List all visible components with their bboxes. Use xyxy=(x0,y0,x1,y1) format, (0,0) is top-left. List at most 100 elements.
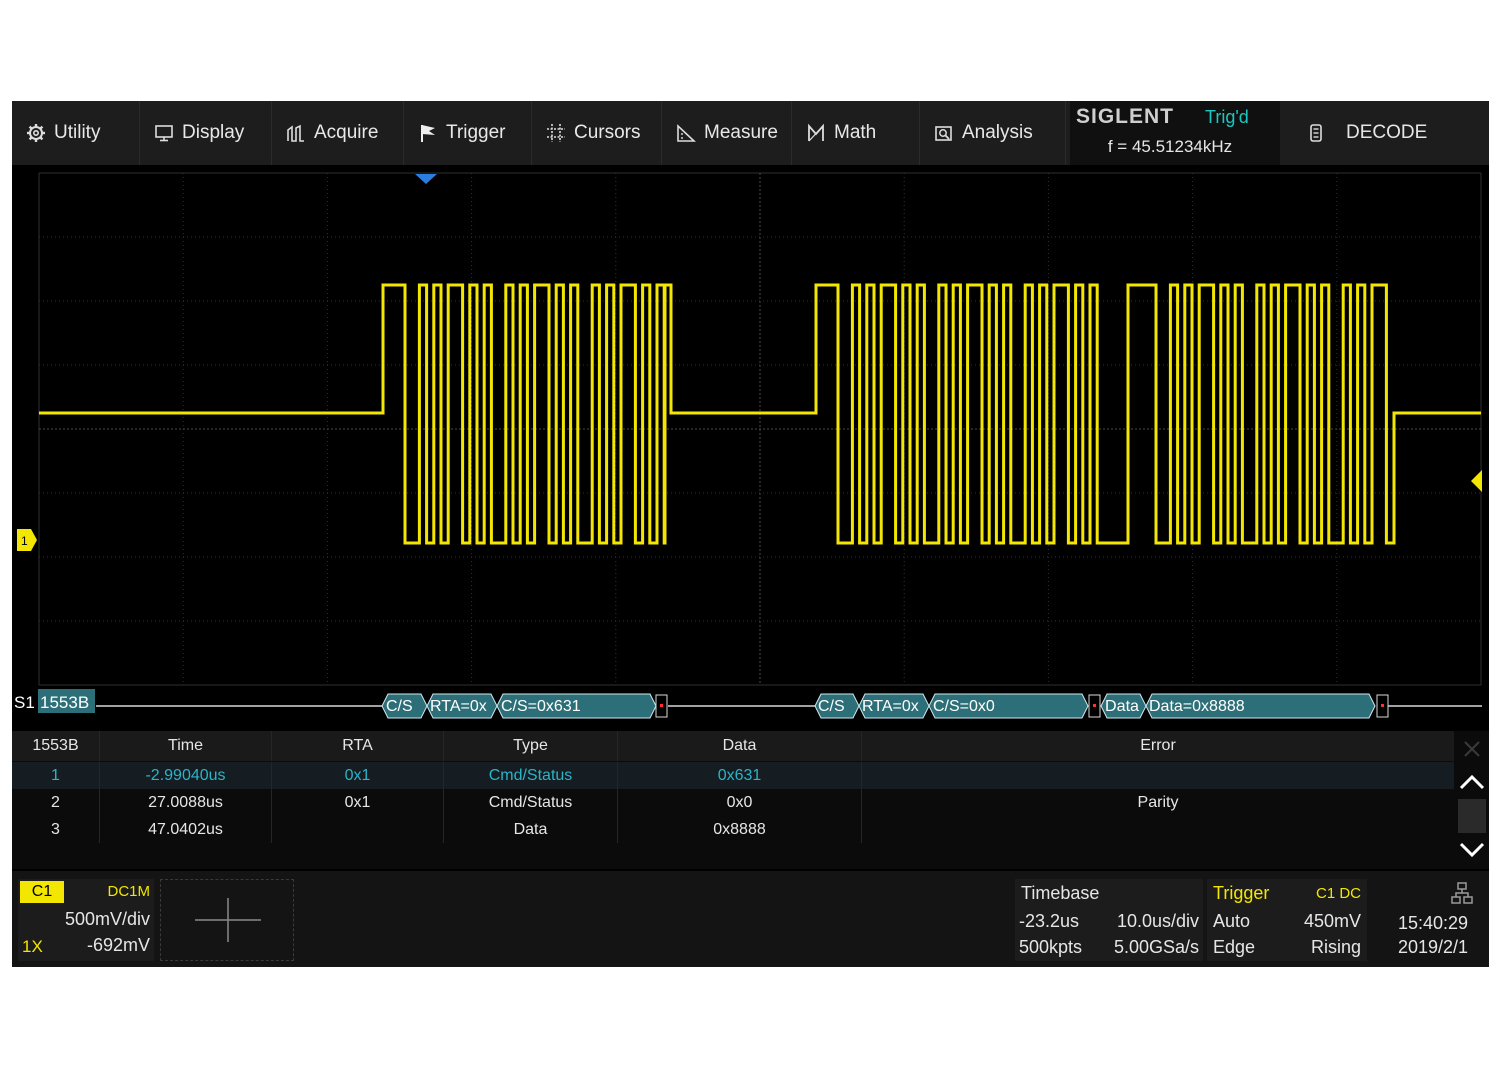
menu-bar: Utility Display Acquire Trigger Cursors … xyxy=(12,101,1489,165)
timebase-sample-rate: 5.00GSa/s xyxy=(1113,937,1199,957)
gear-icon xyxy=(27,124,45,142)
channel1-trace xyxy=(39,283,1481,545)
add-channel-button[interactable] xyxy=(160,879,294,961)
oscilloscope-screen: Utility Display Acquire Trigger Cursors … xyxy=(12,101,1489,967)
decode-label: DECODE xyxy=(1346,122,1428,143)
cell-rta xyxy=(272,816,444,843)
menu-utility[interactable]: Utility xyxy=(12,101,140,165)
frequency-readout: f = 45.51234kHz xyxy=(1107,137,1233,156)
channel1-offset-marker[interactable]: 1 xyxy=(17,529,37,551)
cell-error xyxy=(862,762,1454,789)
table-row[interactable]: 3 47.0402us Data 0x8888 xyxy=(12,816,1454,843)
table-header-row: 1553B Time RTA Type Data Error xyxy=(12,731,1454,761)
cell-index: 3 xyxy=(12,816,100,843)
trigger-title: Trigger xyxy=(1213,883,1270,903)
bus-text-data-sync: Data xyxy=(1105,698,1139,715)
bus-label: S1 xyxy=(14,693,35,712)
menu-utility-label: Utility xyxy=(54,122,101,143)
bus-text-value-2: C/S=0x0 xyxy=(933,698,995,715)
table-controls xyxy=(1454,731,1489,869)
menu-display-label: Display xyxy=(182,122,245,143)
bus-text-cs-1: C/S xyxy=(386,698,413,715)
network-icon xyxy=(1451,882,1473,904)
cell-rta: 0x1 xyxy=(272,789,444,816)
channel1-offset: -692mV xyxy=(86,935,150,955)
cell-data: 0x0 xyxy=(618,789,862,816)
menu-acquire-label: Acquire xyxy=(314,122,379,143)
menu-trigger-label: Trigger xyxy=(446,122,506,143)
status-bar: C1 DC1M 500mV/div 1X -692mV Timebase -23… xyxy=(12,871,1489,967)
math-icon xyxy=(808,123,824,142)
cell-error: Parity xyxy=(1137,793,1179,811)
clock-date: 2019/2/1 xyxy=(1398,937,1469,957)
bus-text-value-3: Data=0x8888 xyxy=(1149,698,1245,715)
waveform-display[interactable]: 1 S1 1553B C/S RTA=0x C/S=0x631 C/S RTA=… xyxy=(12,165,1489,727)
col-data: Data xyxy=(618,731,862,761)
cell-type: Data xyxy=(444,816,618,843)
cursors-icon xyxy=(547,124,565,142)
col-time: Time xyxy=(100,731,272,761)
table-close-button[interactable] xyxy=(1454,735,1489,763)
channel1-tag: C1 xyxy=(20,881,64,903)
menu-display[interactable]: Display xyxy=(140,101,272,165)
menu-trigger[interactable]: Trigger xyxy=(404,101,532,165)
col-rta: RTA xyxy=(272,731,444,761)
channel1-probe: 1X xyxy=(22,937,43,956)
acquire-icon xyxy=(287,124,304,142)
clock-time: 15:40:29 xyxy=(1398,913,1469,933)
cell-index: 1 xyxy=(12,762,100,789)
decode-icon xyxy=(1310,124,1322,142)
chevron-down-icon xyxy=(1459,842,1484,858)
menu-cursors-label: Cursors xyxy=(574,122,641,143)
scrollbar-thumb[interactable] xyxy=(1454,799,1489,833)
trigger-position-marker[interactable] xyxy=(415,174,437,184)
trigger-source: C1 DC xyxy=(1315,885,1361,902)
menu-measure[interactable]: Measure xyxy=(662,101,792,165)
cell-time: 47.0402us xyxy=(100,816,272,843)
parity-dot-1 xyxy=(660,704,663,707)
parity-dot-2 xyxy=(1093,704,1096,707)
cell-time: -2.99040us xyxy=(100,762,272,789)
timebase-scale: 10.0us/div xyxy=(1116,911,1199,931)
cell-error xyxy=(862,816,1454,843)
chevron-up-icon xyxy=(1459,774,1484,790)
brand-logo: SIGLENT xyxy=(1076,105,1175,128)
cell-time: 27.0088us xyxy=(100,789,272,816)
channel1-info[interactable]: C1 DC1M 500mV/div 1X -692mV xyxy=(18,879,154,961)
bus-text-value-1: C/S=0x631 xyxy=(501,698,581,715)
close-icon xyxy=(1463,741,1480,757)
cell-rta: 0x1 xyxy=(272,762,444,789)
trigger-level-marker[interactable] xyxy=(1471,470,1482,492)
menu-cursors[interactable]: Cursors xyxy=(532,101,662,165)
brand-status: SIGLENT Trig'd f = 45.51234kHz xyxy=(1070,101,1280,165)
trigger-panel[interactable]: Trigger C1 DC Auto 450mV Edge Rising xyxy=(1207,879,1367,961)
col-type: Type xyxy=(444,731,618,761)
channel1-volts-per-div: 500mV/div xyxy=(64,909,150,929)
timebase-memory-depth: 500kpts xyxy=(1019,937,1083,957)
table-row[interactable]: 2 27.0088us 0x1 Cmd/Status 0x0 Parity xyxy=(12,789,1454,816)
menu-measure-label: Measure xyxy=(704,122,778,143)
scroll-up-button[interactable] xyxy=(1454,767,1489,797)
plus-icon xyxy=(195,898,261,942)
timebase-panel[interactable]: Timebase -23.2us 10.0us/div 500kpts 5.00… xyxy=(1015,879,1203,961)
decode-list-table: 1553B Time RTA Type Data Error 1 -2.9904… xyxy=(12,731,1454,869)
scroll-down-button[interactable] xyxy=(1454,835,1489,865)
protocol-label: 1553B xyxy=(40,693,89,712)
menu-analysis[interactable]: Analysis xyxy=(920,101,1066,165)
trigger-level: 450mV xyxy=(1303,911,1361,931)
cell-type: Cmd/Status xyxy=(444,789,618,816)
cell-data: 0x8888 xyxy=(618,816,862,843)
ruler-icon xyxy=(677,124,696,142)
trigger-mode: Auto xyxy=(1213,911,1251,931)
cell-type: Cmd/Status xyxy=(444,762,618,789)
monitor-icon xyxy=(155,125,173,142)
menu-acquire[interactable]: Acquire xyxy=(272,101,404,165)
bus-decode-row: S1 1553B C/S RTA=0x C/S=0x631 C/S RTA=0x… xyxy=(14,689,1482,719)
timebase-delay: -23.2us xyxy=(1019,911,1080,931)
flag-icon xyxy=(421,125,435,142)
decode-button[interactable]: DECODE xyxy=(1292,101,1489,165)
bus-text-rta-2: RTA=0x xyxy=(862,698,919,715)
cell-data: 0x631 xyxy=(618,762,862,789)
menu-math[interactable]: Math xyxy=(792,101,920,165)
table-row[interactable]: 1 -2.99040us 0x1 Cmd/Status 0x631 xyxy=(12,762,1454,789)
